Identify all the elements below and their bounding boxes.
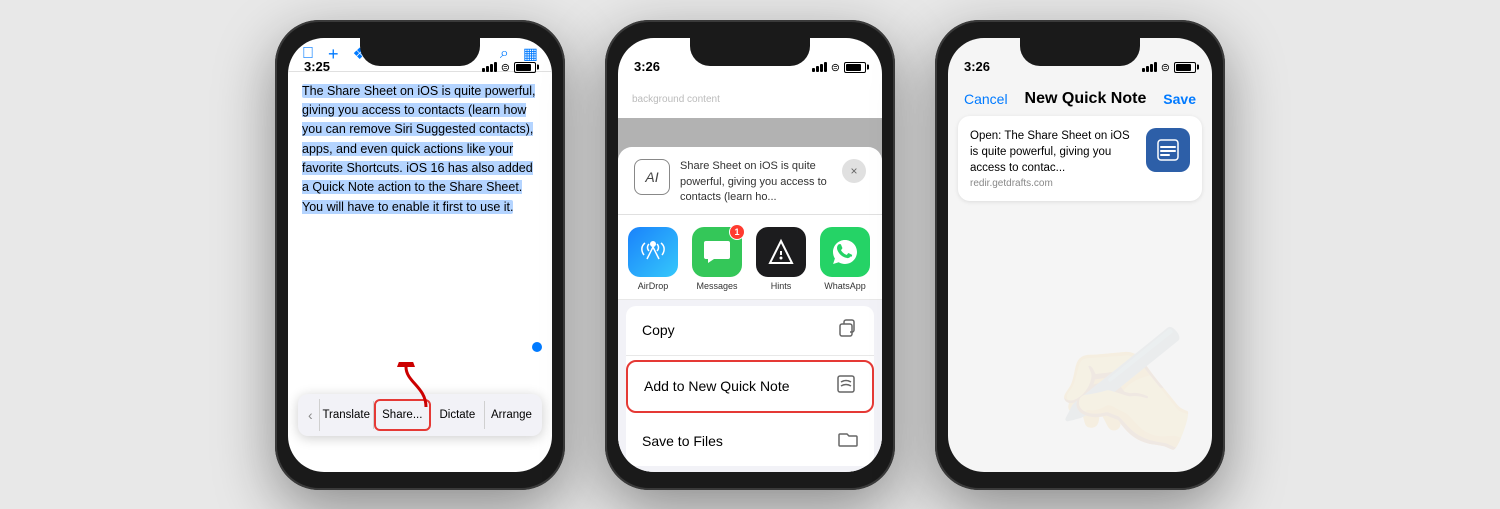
share-close-btn[interactable]: × <box>842 159 866 183</box>
wifi-icon-1: ⊜ <box>501 61 510 74</box>
bar3b <box>820 64 823 72</box>
hints-label: Hints <box>771 281 792 291</box>
phone-1-wrapper: 3:25 ⊜ <box>275 20 565 490</box>
signal-1 <box>482 62 497 72</box>
quick-note-action[interactable]: Add to New Quick Note <box>626 360 874 413</box>
share-title: Share Sheet on iOS is quite powerful, gi… <box>680 159 832 205</box>
ai-icon: AI <box>634 159 670 195</box>
phone-1: 3:25 ⊜ <box>275 20 565 490</box>
phone-3: ✍ 3:26 ⊜ <box>935 20 1225 490</box>
cancel-btn[interactable]: Cancel <box>964 91 1008 107</box>
battery-fill-2 <box>846 64 861 71</box>
bar2c <box>1146 66 1149 72</box>
notch-2 <box>690 38 810 66</box>
note-content-area: Open: The Share Sheet on iOS is quite po… <box>958 116 1202 201</box>
airdrop-item[interactable]: AirDrop <box>626 227 680 291</box>
bar1c <box>1142 68 1145 72</box>
bar3 <box>490 64 493 72</box>
phone-3-wrapper: ✍ 3:26 ⊜ <box>935 20 1225 490</box>
dictate-btn[interactable]: Dictate <box>431 401 485 429</box>
note-title: New Quick Note <box>1025 90 1147 108</box>
airdrop-label: AirDrop <box>638 281 669 291</box>
phone-2-screen: 3:26 ⊜ <box>618 38 882 472</box>
whatsapp-item[interactable]: WhatsApp <box>818 227 872 291</box>
hints-icon <box>756 227 806 277</box>
share-header: AI Share Sheet on iOS is quite powerful,… <box>618 147 882 214</box>
bar4c <box>1154 62 1157 72</box>
bar2b <box>816 66 819 72</box>
status-icons-1: ⊜ <box>482 61 536 74</box>
bar1 <box>482 68 485 72</box>
status-icons-3: ⊜ <box>1142 61 1196 74</box>
copy-label: Copy <box>642 322 675 338</box>
bar3c <box>1150 64 1153 72</box>
bg-text: background content <box>632 94 720 105</box>
phones-container: 3:25 ⊜ <box>0 0 1500 509</box>
signal-2 <box>812 62 827 72</box>
copy-action[interactable]: Copy <box>626 306 874 356</box>
battery-1 <box>514 62 536 73</box>
save-files-label: Save to Files <box>642 433 723 449</box>
phone-2-wrapper: 3:26 ⊜ <box>605 20 895 490</box>
hints-item[interactable]: Hints <box>754 227 808 291</box>
status-time-2: 3:26 <box>634 59 660 74</box>
arrow-indicator <box>396 362 436 417</box>
wifi-icon-2: ⊜ <box>831 61 840 74</box>
quick-note-icon <box>836 374 856 399</box>
phone-2: 3:26 ⊜ <box>605 20 895 490</box>
status-time-1: 3:25 <box>304 59 330 74</box>
notch-1 <box>360 38 480 66</box>
airdrop-icon <box>628 227 678 277</box>
notch-3 <box>1020 38 1140 66</box>
battery-2 <box>844 62 866 73</box>
selection-handle <box>532 342 542 352</box>
messages-badge: 1 <box>729 224 745 240</box>
share-sheet[interactable]: AI Share Sheet on iOS is quite powerful,… <box>618 147 882 471</box>
battery-fill-1 <box>516 64 531 71</box>
context-chevron[interactable]: ‹ <box>302 399 320 431</box>
battery-fill-3 <box>1176 64 1191 71</box>
phone-1-screen: 3:25 ⊜ <box>288 38 552 472</box>
note-nav-bar: Cancel New Quick Note Save <box>948 82 1212 116</box>
whatsapp-label: WhatsApp <box>824 281 866 291</box>
note-link-title: Open: The Share Sheet on iOS is quite po… <box>970 128 1136 176</box>
status-icons-2: ⊜ <box>812 61 866 74</box>
save-btn[interactable]: Save <box>1163 91 1196 107</box>
save-files-action[interactable]: Save to Files <box>626 417 874 466</box>
bar4 <box>494 62 497 72</box>
editor-content: The Share Sheet on iOS is quite powerful… <box>288 72 552 228</box>
status-time-3: 3:26 <box>964 59 990 74</box>
app-icons-row: AirDrop 1 <box>618 215 882 300</box>
phone-3-screen: ✍ 3:26 ⊜ <box>948 38 1212 472</box>
note-text-block: Open: The Share Sheet on iOS is quite po… <box>970 128 1136 189</box>
messages-item[interactable]: 1 Messages <box>690 227 744 291</box>
drafts-app-icon <box>1146 128 1190 172</box>
selected-text: The Share Sheet on iOS is quite powerful… <box>302 84 535 214</box>
share-overlay: AI Share Sheet on iOS is quite powerful,… <box>618 118 882 472</box>
note-link-url: redir.getdrafts.com <box>970 178 1136 189</box>
bar1b <box>812 68 815 72</box>
action-list: Copy Add to New Quick No <box>626 306 874 466</box>
copy-icon <box>838 318 858 343</box>
folder-icon <box>838 429 858 454</box>
bar4b <box>824 62 827 72</box>
arrange-btn[interactable]: Arrange <box>485 401 538 429</box>
quick-note-screen: Cancel New Quick Note Save Open: The Sha… <box>948 38 1212 472</box>
quick-note-label: Add to New Quick Note <box>644 378 790 394</box>
messages-label: Messages <box>696 281 737 291</box>
battery-3 <box>1174 62 1196 73</box>
bar2 <box>486 66 489 72</box>
wifi-icon-3: ⊜ <box>1161 61 1170 74</box>
signal-3 <box>1142 62 1157 72</box>
whatsapp-icon <box>820 227 870 277</box>
translate-btn[interactable]: Translate <box>320 401 374 429</box>
